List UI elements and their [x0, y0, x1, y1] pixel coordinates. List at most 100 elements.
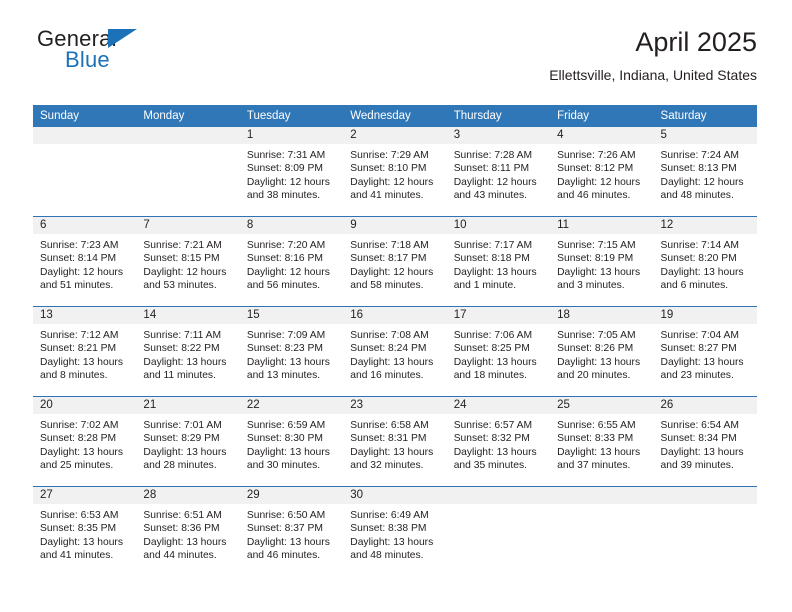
day-detail-daylight-line2: and 43 minutes. [453, 190, 527, 202]
day-detail-sunrise: Sunrise: 7:12 AM [40, 330, 119, 341]
calendar-cell-day[interactable]: 25 Sunrise: 6:55 AM Sunset: 8:33 PM Dayligh… [550, 396, 654, 487]
day-detail-sunset: Sunset: 8:28 PM [40, 433, 117, 445]
day-number [653, 487, 757, 504]
calendar-cell-day[interactable]: 26 Sunrise: 6:54 AM Sunset: 8:34 PM Dayligh… [653, 396, 757, 487]
day-detail-sunset: Sunset: 8:20 PM [660, 253, 737, 265]
day-details: Sunrise: 7:14 AM Sunset: 8:20 PM Daylight:… [654, 234, 757, 293]
calendar-cell-day[interactable]: 18 Sunrise: 7:05 AM Sunset: 8:26 PM Dayligh… [550, 306, 654, 397]
calendar-cell-day[interactable]: 23 Sunrise: 6:58 AM Sunset: 8:31 PM Dayligh… [343, 396, 447, 487]
day-details: Sunrise: 7:26 AM Sunset: 8:12 PM Daylight:… [550, 144, 653, 203]
day-number: 2 [343, 127, 447, 144]
day-detail-daylight-line2: and 51 minutes. [40, 280, 114, 292]
day-detail-daylight-line2: and 11 minutes. [143, 370, 216, 382]
calendar-cell-day[interactable]: 12 Sunrise: 7:14 AM Sunset: 8:20 PM Dayligh… [653, 216, 757, 307]
day-number: 11 [550, 217, 654, 234]
calendar-cell-day[interactable]: 30 Sunrise: 6:49 AM Sunset: 8:38 PM Dayligh… [343, 486, 447, 576]
day-cell: 19 Sunrise: 7:04 AM Sunset: 8:27 PM Dayligh… [653, 307, 757, 396]
calendar-cell-day[interactable]: 7 Sunrise: 7:21 AM Sunset: 8:15 PM Daylight… [136, 216, 240, 307]
day-details: Sunrise: 6:59 AM Sunset: 8:30 PM Daylight:… [240, 414, 343, 473]
calendar-cell-day[interactable]: 17 Sunrise: 7:06 AM Sunset: 8:25 PM Dayligh… [446, 306, 551, 397]
day-detail-daylight-line1: Daylight: 13 hours [143, 356, 227, 368]
day-detail-daylight-line2: and 35 minutes. [453, 460, 527, 472]
calendar-body: 1 Sunrise: 7:31 AM Sunset: 8:09 PM Daylight… [33, 127, 757, 576]
calendar-cell-day[interactable]: 14 Sunrise: 7:11 AM Sunset: 8:22 PM Dayligh… [136, 306, 240, 397]
weekday-header-thursday: Thursday [446, 105, 551, 127]
logo-general-blue[interactable]: General Blue [33, 26, 233, 82]
calendar-cell-day[interactable]: 24 Sunrise: 6:57 AM Sunset: 8:32 PM Dayligh… [446, 396, 551, 487]
calendar-week-row: 6 Sunrise: 7:23 AM Sunset: 8:14 PM Daylight… [33, 216, 757, 307]
calendar-cell-day[interactable]: 16 Sunrise: 7:08 AM Sunset: 8:24 PM Dayligh… [343, 306, 447, 397]
calendar-cell-day[interactable]: 8 Sunrise: 7:20 AM Sunset: 8:16 PM Daylight… [239, 216, 344, 307]
day-detail-daylight-line1: Daylight: 13 hours [557, 266, 641, 278]
day-detail-sunset: Sunset: 8:29 PM [143, 433, 220, 445]
day-cell: 30 Sunrise: 6:49 AM Sunset: 8:38 PM Dayligh… [343, 487, 447, 576]
day-details: Sunrise: 6:49 AM Sunset: 8:38 PM Daylight:… [343, 504, 446, 563]
day-cell: 9 Sunrise: 7:18 AM Sunset: 8:17 PM Daylight… [343, 217, 447, 306]
calendar-cell-day[interactable]: 15 Sunrise: 7:09 AM Sunset: 8:23 PM Dayligh… [239, 306, 344, 397]
calendar-cell-day[interactable]: 19 Sunrise: 7:04 AM Sunset: 8:27 PM Dayligh… [653, 306, 757, 397]
day-number: 10 [446, 217, 551, 234]
day-detail-sunset: Sunset: 8:35 PM [40, 523, 117, 535]
day-details: Sunrise: 7:24 AM Sunset: 8:13 PM Daylight:… [654, 144, 757, 203]
day-details: Sunrise: 6:53 AM Sunset: 8:35 PM Daylight:… [33, 504, 136, 563]
day-detail-sunrise: Sunrise: 7:11 AM [143, 330, 222, 341]
day-details: Sunrise: 7:18 AM Sunset: 8:17 PM Daylight:… [343, 234, 446, 293]
day-detail-sunrise: Sunrise: 7:20 AM [246, 240, 326, 251]
day-cell: 11 Sunrise: 7:15 AM Sunset: 8:19 PM Dayligh… [550, 217, 654, 306]
day-detail-sunrise: Sunrise: 7:29 AM [350, 150, 429, 161]
day-detail-sunset: Sunset: 8:21 PM [40, 343, 117, 355]
day-detail-daylight-line1: Daylight: 12 hours [660, 176, 744, 188]
calendar-cell-day[interactable]: 5 Sunrise: 7:24 AM Sunset: 8:13 PM Daylight… [653, 127, 757, 217]
calendar-cell-day[interactable]: 6 Sunrise: 7:23 AM Sunset: 8:14 PM Daylight… [33, 216, 137, 307]
calendar-week-row: 1 Sunrise: 7:31 AM Sunset: 8:09 PM Daylight… [33, 127, 757, 217]
calendar-cell-day[interactable]: 11 Sunrise: 7:15 AM Sunset: 8:19 PM Dayligh… [550, 216, 654, 307]
day-detail-sunrise: Sunrise: 6:55 AM [557, 420, 636, 431]
calendar-cell-day[interactable]: 1 Sunrise: 7:31 AM Sunset: 8:09 PM Daylight… [239, 127, 344, 217]
calendar-cell-day[interactable]: 10 Sunrise: 7:17 AM Sunset: 8:18 PM Dayligh… [446, 216, 551, 307]
day-number: 23 [343, 397, 447, 414]
weekday-header-monday: Monday [136, 105, 240, 127]
day-detail-daylight-line1: Daylight: 12 hours [246, 176, 330, 188]
day-details: Sunrise: 7:12 AM Sunset: 8:21 PM Daylight:… [33, 324, 136, 383]
day-detail-daylight-line2: and 38 minutes. [246, 190, 321, 202]
day-cell: 1 Sunrise: 7:31 AM Sunset: 8:09 PM Daylight… [239, 127, 344, 216]
calendar-cell-day[interactable]: 9 Sunrise: 7:18 AM Sunset: 8:17 PM Daylight… [343, 216, 447, 307]
day-detail-sunset: Sunset: 8:33 PM [557, 433, 634, 445]
day-detail-daylight-line2: and 3 minutes. [557, 280, 625, 292]
day-detail-daylight-line1: Daylight: 13 hours [660, 356, 744, 368]
logo-text-blue: Blue [65, 47, 110, 72]
day-detail-sunrise: Sunrise: 6:57 AM [453, 420, 533, 431]
day-number: 6 [33, 217, 137, 234]
calendar-cell-day[interactable]: 29 Sunrise: 6:50 AM Sunset: 8:37 PM Dayligh… [239, 486, 344, 576]
calendar-cell-day[interactable]: 27 Sunrise: 6:53 AM Sunset: 8:35 PM Dayligh… [33, 486, 137, 576]
day-detail-daylight-line1: Daylight: 13 hours [350, 536, 434, 548]
calendar-cell-day[interactable]: 4 Sunrise: 7:26 AM Sunset: 8:12 PM Daylight… [550, 127, 654, 217]
calendar-cell-empty [136, 127, 240, 217]
title-block: April 2025 Ellettsville, Indiana, United… [549, 26, 757, 83]
day-detail-daylight-line2: and 46 minutes. [246, 550, 321, 562]
calendar-cell-day[interactable]: 20 Sunrise: 7:02 AM Sunset: 8:28 PM Dayligh… [33, 396, 137, 487]
weekday-header-wednesday: Wednesday [343, 105, 447, 127]
day-detail-sunset: Sunset: 8:13 PM [660, 163, 737, 175]
calendar-page: General Blue April 2025 Ellettsville, In… [0, 0, 792, 612]
calendar-cell-day[interactable]: 3 Sunrise: 7:28 AM Sunset: 8:11 PM Daylight… [446, 127, 551, 217]
calendar-cell-day[interactable]: 21 Sunrise: 7:01 AM Sunset: 8:29 PM Dayligh… [136, 396, 240, 487]
day-number: 13 [33, 307, 137, 324]
calendar-cell-day[interactable]: 28 Sunrise: 6:51 AM Sunset: 8:36 PM Dayligh… [136, 486, 240, 576]
day-detail-daylight-line2: and 39 minutes. [660, 460, 734, 472]
calendar-cell-day[interactable]: 13 Sunrise: 7:12 AM Sunset: 8:21 PM Dayligh… [33, 306, 137, 397]
day-number: 3 [446, 127, 551, 144]
day-detail-sunset: Sunset: 8:37 PM [246, 523, 323, 535]
day-detail-sunset: Sunset: 8:25 PM [453, 343, 530, 355]
day-cell: 21 Sunrise: 7:01 AM Sunset: 8:29 PM Dayligh… [136, 397, 240, 486]
day-detail-daylight-line1: Daylight: 12 hours [350, 266, 434, 278]
day-cell: 24 Sunrise: 6:57 AM Sunset: 8:32 PM Dayligh… [446, 397, 551, 486]
day-number: 12 [653, 217, 757, 234]
day-detail-sunset: Sunset: 8:15 PM [143, 253, 220, 265]
day-number: 7 [136, 217, 240, 234]
day-details: Sunrise: 7:08 AM Sunset: 8:24 PM Daylight:… [343, 324, 446, 383]
day-detail-daylight-line1: Daylight: 13 hours [557, 356, 641, 368]
day-detail-daylight-line2: and 48 minutes. [350, 550, 424, 562]
calendar-cell-day[interactable]: 22 Sunrise: 6:59 AM Sunset: 8:30 PM Dayligh… [239, 396, 344, 487]
calendar-cell-day[interactable]: 2 Sunrise: 7:29 AM Sunset: 8:10 PM Daylight… [343, 127, 447, 217]
